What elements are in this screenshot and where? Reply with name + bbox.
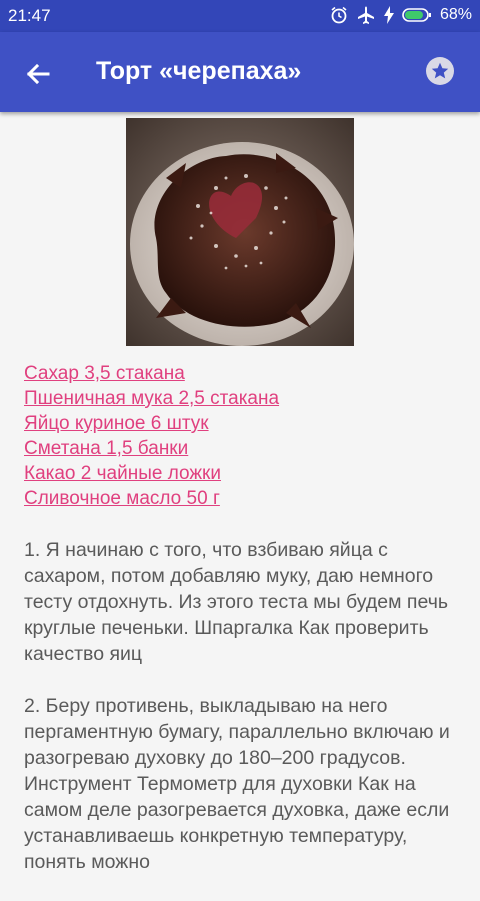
page-title: Торт «черепаха» <box>96 57 302 85</box>
status-bar: 21:47 68% <box>0 0 480 32</box>
airplane-icon <box>357 6 374 24</box>
charging-icon <box>383 6 394 24</box>
ingredient-link[interactable]: Яйцо куриное 6 штук <box>24 411 464 436</box>
app-bar: Торт «черепаха» <box>0 32 480 112</box>
alarm-icon <box>331 6 347 24</box>
ingredient-link[interactable]: Сметана 1,5 банки <box>24 436 464 461</box>
status-time: 21:47 <box>8 6 51 25</box>
ingredient-link[interactable]: Сахар 3,5 стакана <box>24 361 464 386</box>
status-icons: 68% <box>330 5 472 25</box>
ingredient-link[interactable]: Пшеничная мука 2,5 стакана <box>24 386 464 411</box>
recipe-photo <box>126 118 354 346</box>
cake-image <box>126 118 354 346</box>
ingredient-link[interactable]: Сливочное масло 50 г <box>24 486 464 511</box>
battery-icon <box>402 8 431 22</box>
recipe-step: 2. Беру противень, выкладываю на него пе… <box>24 695 450 873</box>
back-button[interactable] <box>20 56 56 92</box>
favorite-button[interactable] <box>426 57 454 85</box>
recipe-step: 1. Я начинаю с того, что взбиваю яйца с … <box>24 539 449 665</box>
star-icon <box>431 62 449 79</box>
battery-percent: 68% <box>439 6 472 23</box>
ingredients-list: Сахар 3,5 стакана Пшеничная мука 2,5 ста… <box>24 361 464 511</box>
recipe-steps: 1. Я начинаю с того, что взбиваю яйца с … <box>24 537 464 901</box>
arrow-back-icon <box>26 63 50 85</box>
ingredient-link[interactable]: Какао 2 чайные ложки <box>24 461 464 486</box>
